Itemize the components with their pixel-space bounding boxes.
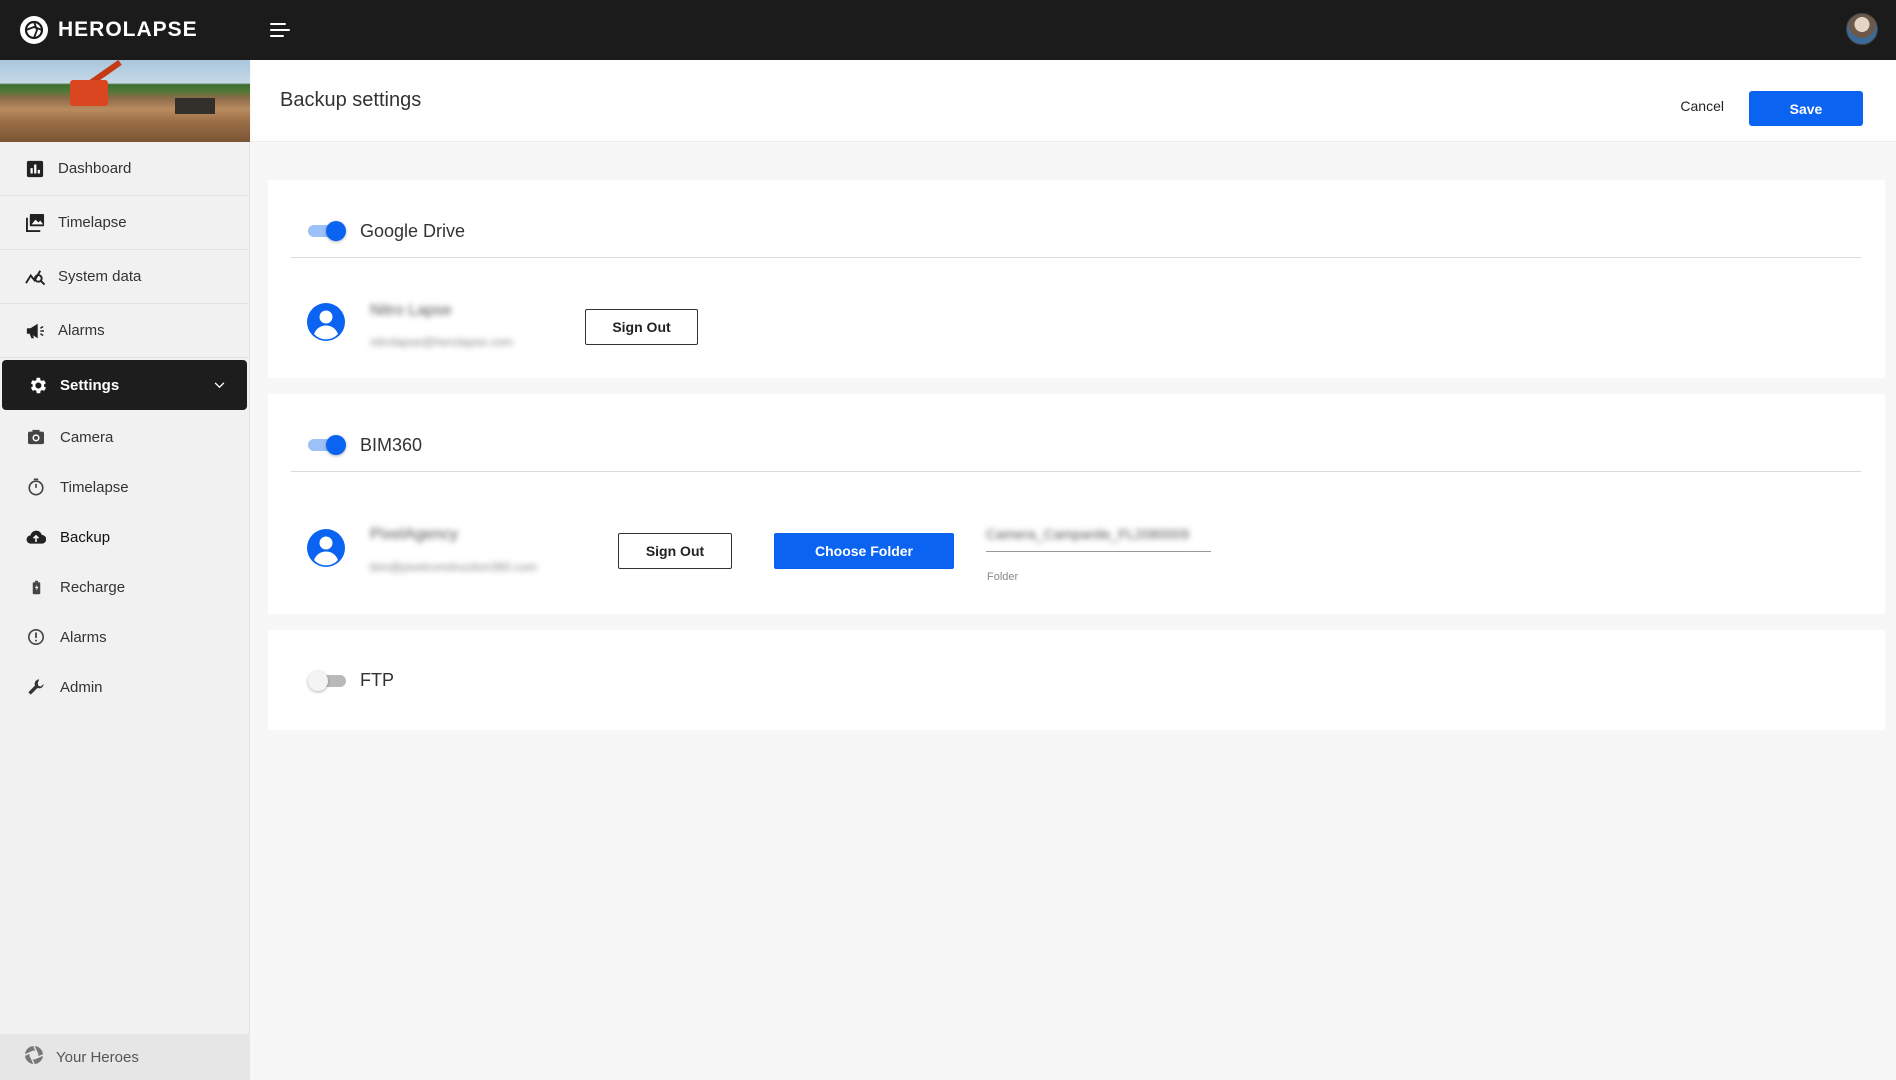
sidebar: Dashboard Timelapse System data Alarms S… bbox=[0, 60, 250, 1080]
save-button[interactable]: Save bbox=[1749, 91, 1863, 126]
account-name: Nitro Lapse bbox=[370, 302, 452, 319]
footer-label: Your Heroes bbox=[56, 1048, 139, 1066]
wrench-icon bbox=[26, 677, 46, 697]
battery-icon bbox=[26, 577, 46, 597]
cloud-upload-icon bbox=[26, 527, 46, 547]
timer-icon bbox=[26, 477, 46, 497]
camera-icon bbox=[26, 427, 46, 447]
sidebar-subitem-label: Recharge bbox=[60, 578, 126, 596]
aperture-icon bbox=[24, 1045, 44, 1070]
site-photo bbox=[0, 60, 250, 142]
sidebar-subitem-camera[interactable]: Camera bbox=[0, 412, 249, 462]
user-account-icon bbox=[307, 303, 345, 341]
sidebar-item-label: System data bbox=[58, 268, 142, 285]
gear-icon bbox=[26, 374, 48, 396]
card-title: Google Drive bbox=[360, 221, 466, 241]
page-header: Backup settings Cancel Save bbox=[251, 60, 1896, 142]
sidebar-subitem-label: Alarms bbox=[60, 628, 107, 646]
folder-label: Folder bbox=[987, 571, 1019, 583]
top-bar: HEROLAPSE bbox=[0, 0, 1896, 60]
sidebar-subitem-label: Admin bbox=[60, 678, 103, 696]
sidebar-item-label: Timelapse bbox=[58, 214, 127, 231]
sidebar-subitem-label: Timelapse bbox=[60, 478, 129, 496]
google-drive-card: Google Drive Nitro Lapse nitrolapse@hero… bbox=[268, 180, 1885, 378]
aperture-icon bbox=[20, 16, 48, 44]
alert-circle-icon bbox=[26, 627, 46, 647]
sidebar-subitem-backup[interactable]: Backup bbox=[0, 512, 249, 562]
divider bbox=[291, 471, 1861, 472]
sidebar-item-timelapse[interactable]: Timelapse bbox=[0, 196, 249, 250]
chart-search-icon bbox=[24, 266, 46, 288]
bim360-sign-out-button[interactable]: Sign Out bbox=[618, 533, 732, 569]
sidebar-subitem-label: Camera bbox=[60, 428, 114, 446]
sidebar-subitem-admin[interactable]: Admin bbox=[0, 662, 249, 712]
images-icon bbox=[24, 212, 46, 234]
card-title: FTP bbox=[360, 670, 394, 690]
sidebar-subitem-alarms[interactable]: Alarms bbox=[0, 612, 249, 662]
app-name: HEROLAPSE bbox=[58, 18, 198, 41]
sidebar-item-dashboard[interactable]: Dashboard bbox=[0, 142, 249, 196]
sidebar-item-alarms[interactable]: Alarms bbox=[0, 304, 249, 358]
sidebar-subitem-timelapse[interactable]: Timelapse bbox=[0, 462, 249, 512]
divider bbox=[291, 257, 1861, 258]
user-avatar[interactable] bbox=[1846, 13, 1878, 45]
ftp-toggle[interactable] bbox=[308, 671, 346, 691]
account-email: bim@pixelconstruction360.com bbox=[370, 560, 537, 574]
account-email: nitrolapse@herolapse.com bbox=[370, 335, 513, 349]
choose-folder-button[interactable]: Choose Folder bbox=[774, 533, 954, 569]
megaphone-icon bbox=[24, 320, 46, 342]
folder-input[interactable]: Camera_Campanile_FL2080009 bbox=[986, 526, 1211, 552]
sidebar-item-settings[interactable]: Settings bbox=[2, 360, 247, 410]
card-title: BIM360 bbox=[360, 435, 423, 455]
sidebar-subitem-recharge[interactable]: Recharge bbox=[0, 562, 249, 612]
user-account-icon bbox=[307, 529, 345, 567]
sidebar-subitem-label: Backup bbox=[60, 528, 111, 546]
cancel-button[interactable]: Cancel bbox=[1680, 98, 1724, 114]
folder-value: Camera_Campanile_FL2080009 bbox=[986, 526, 1190, 542]
sidebar-item-system-data[interactable]: System data bbox=[0, 250, 249, 304]
ftp-card: FTP bbox=[268, 630, 1885, 730]
app-logo[interactable]: HEROLAPSE bbox=[20, 16, 198, 44]
bim360-toggle[interactable] bbox=[308, 435, 346, 455]
chevron-down-icon[interactable] bbox=[214, 376, 225, 394]
google-drive-toggle[interactable] bbox=[308, 221, 346, 241]
dashboard-icon bbox=[24, 158, 46, 180]
sidebar-item-label: Dashboard bbox=[58, 160, 132, 177]
menu-toggle-icon[interactable] bbox=[268, 18, 292, 42]
page-title: Backup settings bbox=[280, 89, 422, 111]
sidebar-item-label: Settings bbox=[60, 376, 120, 394]
account-name: PixelAgency bbox=[370, 526, 459, 543]
google-drive-sign-out-button[interactable]: Sign Out bbox=[585, 309, 698, 345]
bim360-card: BIM360 PixelAgency bim@pixelconstruction… bbox=[268, 394, 1885, 614]
sidebar-footer[interactable]: Your Heroes bbox=[0, 1034, 250, 1080]
sidebar-item-label: Alarms bbox=[58, 322, 105, 339]
